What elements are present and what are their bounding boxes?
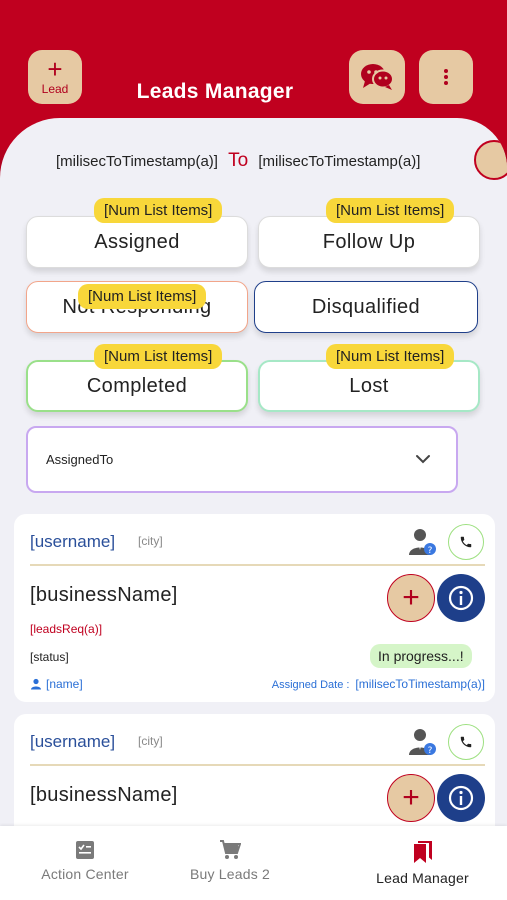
assigned-date-value: [milisecToTimestamp(a)]: [355, 677, 485, 691]
agent-support-icon[interactable]: ?: [407, 526, 437, 556]
nav-action-center[interactable]: Action Center: [30, 840, 140, 882]
divider: [30, 764, 485, 766]
add-button[interactable]: +: [387, 574, 435, 622]
lead-business-name: [businessName]: [30, 784, 178, 806]
nav-label: Buy Leads 2: [189, 866, 271, 882]
count-badge-follow-up: [Num List Items]: [326, 198, 455, 223]
svg-text:?: ?: [428, 546, 433, 556]
bookmarks-icon: [413, 841, 432, 863]
more-vertical-icon: [444, 69, 448, 85]
count-badge-lost: [Num List Items]: [326, 344, 455, 369]
lead-city: [city]: [138, 534, 163, 548]
status-card-label: Assigned: [94, 230, 180, 253]
progress-badge: In progress...!: [370, 644, 472, 668]
svg-text:?: ?: [428, 746, 433, 756]
chevron-down-icon: [416, 455, 430, 464]
add-button[interactable]: +: [387, 774, 435, 822]
date-picker-button[interactable]: [474, 140, 507, 180]
plus-icon: +: [402, 781, 420, 814]
status-card-follow-up[interactable]: Follow Up: [258, 216, 480, 268]
status-card-disqualified[interactable]: Disqualified: [254, 281, 478, 333]
assigned-date-label: Assigned Date :: [271, 679, 350, 691]
lead-status: [status]: [30, 650, 69, 664]
count-badge-assigned: [Num List Items]: [94, 198, 223, 223]
lead-username: [username]: [30, 532, 116, 551]
info-icon: [448, 585, 474, 611]
lead-card[interactable]: [username] [city] ? [businessName] + [le…: [14, 514, 495, 702]
info-button[interactable]: [437, 774, 485, 822]
status-card-assigned[interactable]: Assigned: [26, 216, 248, 268]
nav-label: Lead Manager: [376, 870, 469, 886]
phone-icon: [460, 736, 472, 748]
info-button[interactable]: [437, 574, 485, 622]
status-card-label: Lost: [349, 374, 389, 397]
person-icon: [31, 678, 41, 690]
lead-requirement: [leadsReq(a)]: [30, 622, 103, 636]
assigned-date: Assigned Date : [milisecToTimestamp(a)]: [272, 677, 485, 691]
add-lead-label: Lead: [41, 82, 69, 96]
lead-city: [city]: [138, 734, 163, 748]
chat-bubbles-icon: [361, 64, 394, 90]
add-lead-button[interactable]: + Lead: [28, 50, 82, 104]
call-button[interactable]: [448, 524, 484, 560]
info-icon: [448, 785, 474, 811]
count-badge-not-responding: [Num List Items]: [78, 284, 207, 309]
bottom-nav: Action Center Buy Leads 2 Lead Manager: [0, 826, 507, 900]
nav-lead-manager[interactable]: Lead Manager: [360, 840, 485, 886]
agent-support-icon[interactable]: ?: [407, 726, 437, 756]
plus-icon: +: [47, 54, 63, 84]
date-range: [milisecToTimestamp(a)] To [milisecToTim…: [56, 150, 420, 172]
phone-icon: [460, 536, 472, 548]
cart-icon: [220, 840, 241, 859]
call-button[interactable]: [448, 724, 484, 760]
status-card-label: Disqualified: [311, 295, 421, 318]
assignee-name: [name]: [46, 677, 83, 691]
plus-icon: +: [402, 581, 420, 614]
date-to[interactable]: [milisecToTimestamp(a)]: [258, 153, 420, 170]
page-title: Leads Manager: [136, 80, 294, 103]
assignee: [name]: [30, 677, 83, 691]
date-separator: To: [228, 150, 249, 171]
lead-business-name: [businessName]: [30, 584, 178, 606]
nav-label: Action Center: [41, 866, 129, 882]
chat-button[interactable]: [349, 50, 405, 104]
count-badge-completed: [Num List Items]: [94, 344, 223, 369]
divider: [30, 564, 485, 566]
lead-username: [username]: [30, 732, 116, 751]
main-panel: [milisecToTimestamp(a)] To [milisecToTim…: [0, 118, 507, 900]
status-card-label: Completed: [86, 374, 188, 397]
nav-buy-leads[interactable]: Buy Leads 2: [180, 840, 280, 882]
status-card-label: Follow Up: [322, 230, 416, 253]
date-from[interactable]: [milisecToTimestamp(a)]: [56, 153, 218, 170]
assigned-to-label: AssignedTo: [46, 452, 114, 467]
more-menu-button[interactable]: [419, 50, 473, 104]
checklist-icon: [76, 841, 94, 859]
assigned-to-dropdown[interactable]: AssignedTo: [26, 426, 458, 493]
